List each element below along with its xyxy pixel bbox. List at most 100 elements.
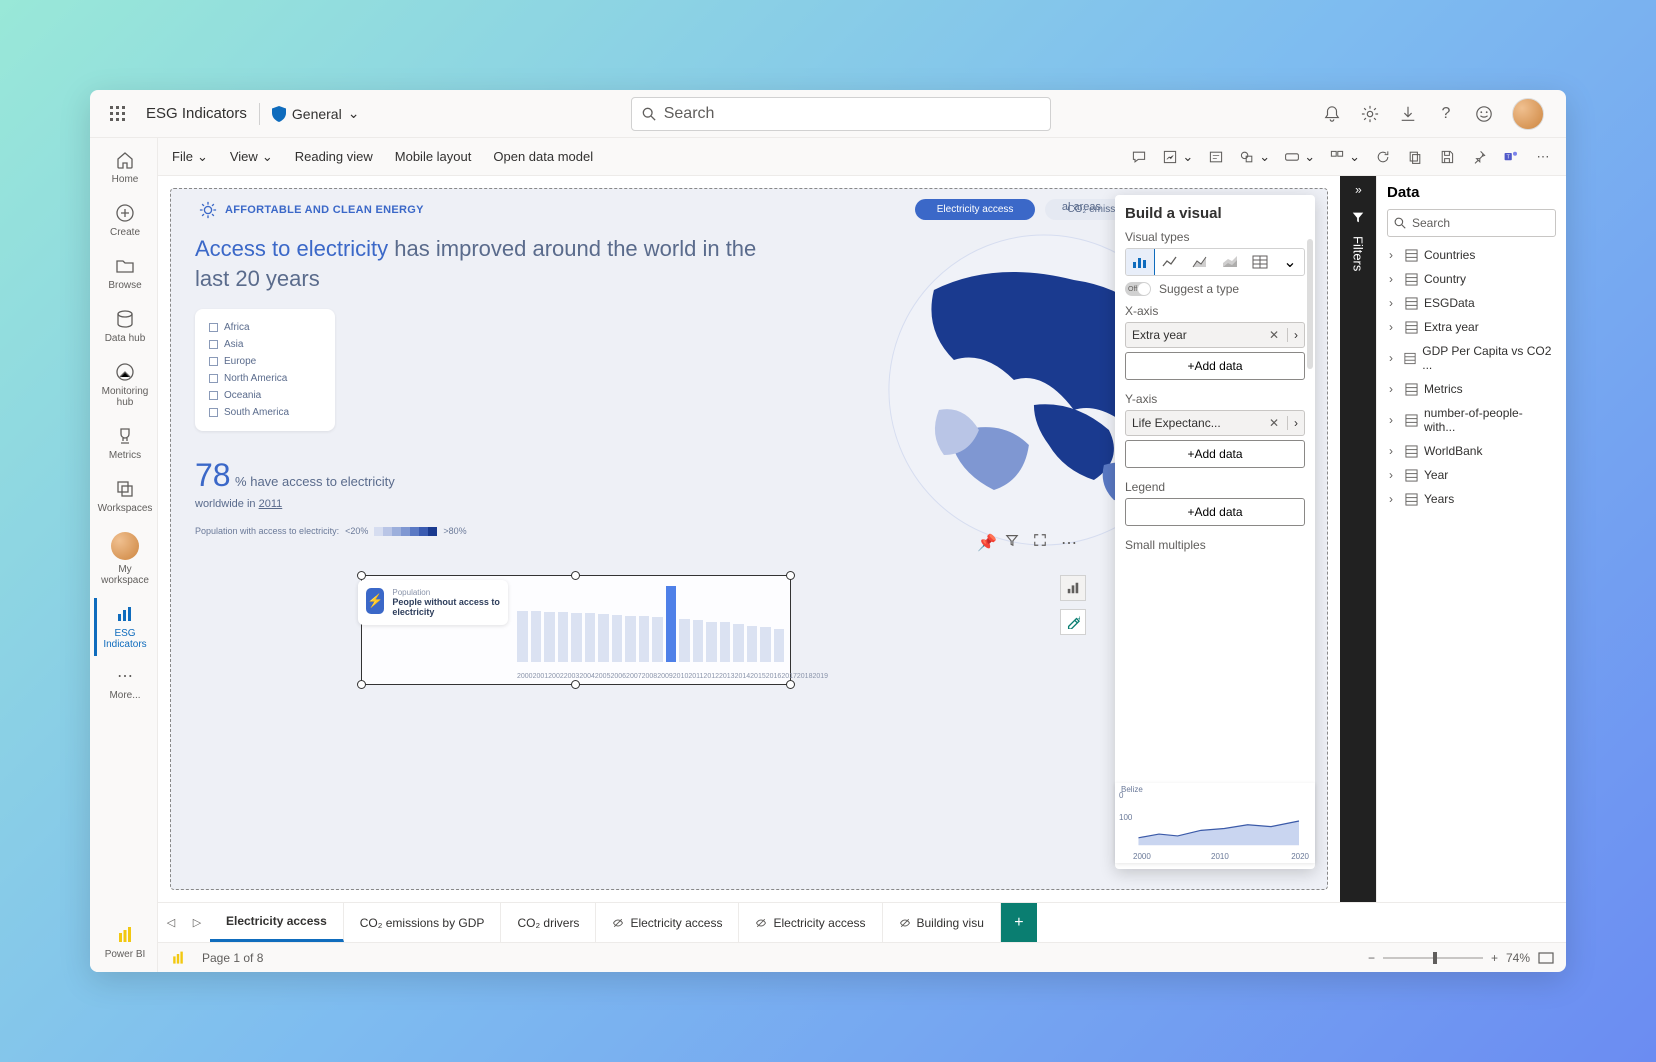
app-launcher-icon[interactable] — [102, 98, 134, 130]
rail-workspaces[interactable]: Workspaces — [94, 473, 154, 520]
field-menu-icon[interactable]: › — [1287, 416, 1298, 430]
page-tab-2[interactable]: CO₂ drivers — [501, 903, 596, 942]
suggest-type-toggle[interactable]: Off — [1125, 282, 1151, 296]
zoom-out-icon[interactable]: − — [1368, 951, 1375, 965]
rail-powerbi[interactable]: Power BI — [94, 919, 154, 966]
menu-open-data-model[interactable]: Open data model — [493, 149, 593, 165]
menu-mobile-layout[interactable]: Mobile layout — [395, 149, 472, 165]
notifications-icon[interactable] — [1322, 104, 1342, 124]
visual-gallery-dropdown[interactable]: ⌄ — [1329, 149, 1360, 165]
data-table-gdp-per-capita-vs-co2-[interactable]: ›GDP Per Capita vs CO2 ... — [1387, 339, 1556, 377]
feedback-icon[interactable] — [1474, 104, 1494, 124]
textbox-icon[interactable] — [1207, 148, 1225, 166]
data-table-year[interactable]: ›Year — [1387, 463, 1556, 487]
page-tab-3[interactable]: Electricity access — [596, 903, 739, 942]
rail-monitoring[interactable]: Monitoring hub — [94, 356, 154, 414]
vistype-line-chart[interactable] — [1156, 249, 1184, 275]
teams-icon[interactable]: T — [1502, 148, 1520, 166]
build-visual-button[interactable] — [1060, 575, 1086, 601]
rail-create[interactable]: Create — [94, 197, 154, 244]
add-y-data-button[interactable]: +Add data — [1125, 440, 1305, 468]
explore-dropdown[interactable]: ⌄ — [1162, 149, 1193, 165]
sensitivity-label: General — [292, 106, 342, 122]
sun-icon — [199, 201, 217, 219]
x-axis-field[interactable]: Extra year ✕› — [1125, 322, 1305, 348]
more-icon[interactable]: ⋯ — [1534, 148, 1552, 166]
remove-field-icon[interactable]: ✕ — [1265, 416, 1283, 430]
zoom-control[interactable]: − + 74% — [1368, 951, 1554, 965]
rail-myworkspace[interactable]: My workspace — [94, 526, 154, 592]
home-icon — [115, 150, 135, 170]
rail-more[interactable]: ⋯More... — [94, 662, 154, 707]
data-table-number-of-people-with-[interactable]: ›number-of-people-with... — [1387, 401, 1556, 439]
page-tab-1[interactable]: CO₂ emissions by GDP — [344, 903, 502, 942]
add-x-data-button[interactable]: +Add data — [1125, 352, 1305, 380]
vistype-stacked-area[interactable] — [1216, 249, 1244, 275]
rail-esg-indicators[interactable]: ESG Indicators — [94, 598, 154, 656]
vistype-column-chart[interactable] — [1126, 249, 1154, 275]
settings-icon[interactable] — [1360, 104, 1380, 124]
map-color-scale: Population with access to electricity: <… — [195, 526, 771, 536]
data-table-metrics[interactable]: ›Metrics — [1387, 377, 1556, 401]
vistype-table[interactable] — [1246, 249, 1274, 275]
panel-scrollbar[interactable] — [1307, 239, 1313, 369]
add-legend-data-button[interactable]: +Add data — [1125, 498, 1305, 526]
menu-reading-view[interactable]: Reading view — [295, 149, 373, 165]
pin-visual-icon[interactable]: 📌 — [977, 533, 995, 551]
sensitivity-dropdown[interactable]: General ⌄ — [272, 105, 360, 122]
page-tab-4[interactable]: Electricity access — [739, 903, 882, 942]
menu-file[interactable]: File ⌄ — [172, 149, 208, 165]
format-visual-button[interactable]: + — [1060, 609, 1086, 635]
chat-icon[interactable] — [1130, 148, 1148, 166]
data-table-years[interactable]: ›Years — [1387, 487, 1556, 511]
chevron-down-icon: ⌄ — [262, 149, 273, 165]
y-axis-label: Y-axis — [1125, 392, 1305, 406]
page-tab-0[interactable]: Electricity access — [210, 903, 344, 942]
svg-text:T: T — [1506, 154, 1510, 160]
more-options-icon[interactable]: ⋯ — [1061, 533, 1079, 551]
rail-home[interactable]: Home — [94, 144, 154, 191]
add-page-button[interactable]: + — [1001, 903, 1037, 942]
user-avatar[interactable] — [1512, 98, 1544, 130]
buttons-dropdown[interactable]: ⌄ — [1284, 149, 1315, 165]
rail-browse[interactable]: Browse — [94, 250, 154, 297]
y-axis-field[interactable]: Life Expectanc... ✕› — [1125, 410, 1305, 436]
pin-icon[interactable] — [1470, 148, 1488, 166]
data-table-worldbank[interactable]: ›WorldBank — [1387, 439, 1556, 463]
suggest-type-label: Suggest a type — [1159, 282, 1239, 296]
help-icon[interactable]: ? — [1436, 104, 1456, 124]
save-icon[interactable] — [1438, 148, 1456, 166]
focus-mode-icon[interactable] — [1033, 533, 1051, 551]
data-table-countries[interactable]: ›Countries — [1387, 243, 1556, 267]
zoom-in-icon[interactable]: + — [1491, 951, 1498, 965]
menu-view[interactable]: View ⌄ — [230, 149, 273, 165]
data-table-country[interactable]: ›Country — [1387, 267, 1556, 291]
data-table-extra-year[interactable]: ›Extra year — [1387, 315, 1556, 339]
filter-icon — [1351, 210, 1365, 224]
page-tab-5[interactable]: Building visu — [883, 903, 1001, 942]
copy-icon[interactable] — [1406, 148, 1424, 166]
filter-visual-icon[interactable] — [1005, 533, 1023, 551]
refresh-icon[interactable] — [1374, 148, 1392, 166]
download-icon[interactable] — [1398, 104, 1418, 124]
field-menu-icon[interactable]: › — [1287, 328, 1298, 342]
remove-field-icon[interactable]: ✕ — [1265, 328, 1283, 342]
data-search-input[interactable]: Search — [1387, 209, 1556, 237]
tabs-next-button[interactable]: ▷ — [184, 903, 210, 942]
selected-bar-chart-visual[interactable]: ⚡ Population People without access to el… — [361, 575, 791, 685]
zoom-slider[interactable] — [1383, 957, 1483, 959]
vistype-area-chart[interactable] — [1186, 249, 1214, 275]
data-table-esgdata[interactable]: ›ESGData — [1387, 291, 1556, 315]
rail-datahub[interactable]: Data hub — [94, 303, 154, 350]
pill-electricity-access[interactable]: Electricity access — [915, 199, 1036, 220]
region-slicer[interactable]: Africa Asia Europe North America Oceania… — [195, 309, 335, 431]
vistype-more-dropdown[interactable]: ⌄ — [1276, 249, 1304, 275]
tabs-prev-button[interactable]: ◁ — [158, 903, 184, 942]
global-search[interactable]: Search — [631, 97, 1051, 131]
rail-metrics[interactable]: Metrics — [94, 420, 154, 467]
report-canvas[interactable]: AFFORTABLE AND CLEAN ENERGY Electricity … — [158, 176, 1340, 902]
fit-to-page-icon[interactable] — [1538, 952, 1554, 964]
shapes-dropdown[interactable]: ⌄ — [1239, 149, 1270, 165]
mini-area-chart[interactable]: 0 100 Belize 2000 2010 2020 — [1115, 783, 1315, 863]
expand-filters-icon[interactable]: « — [1355, 184, 1362, 198]
